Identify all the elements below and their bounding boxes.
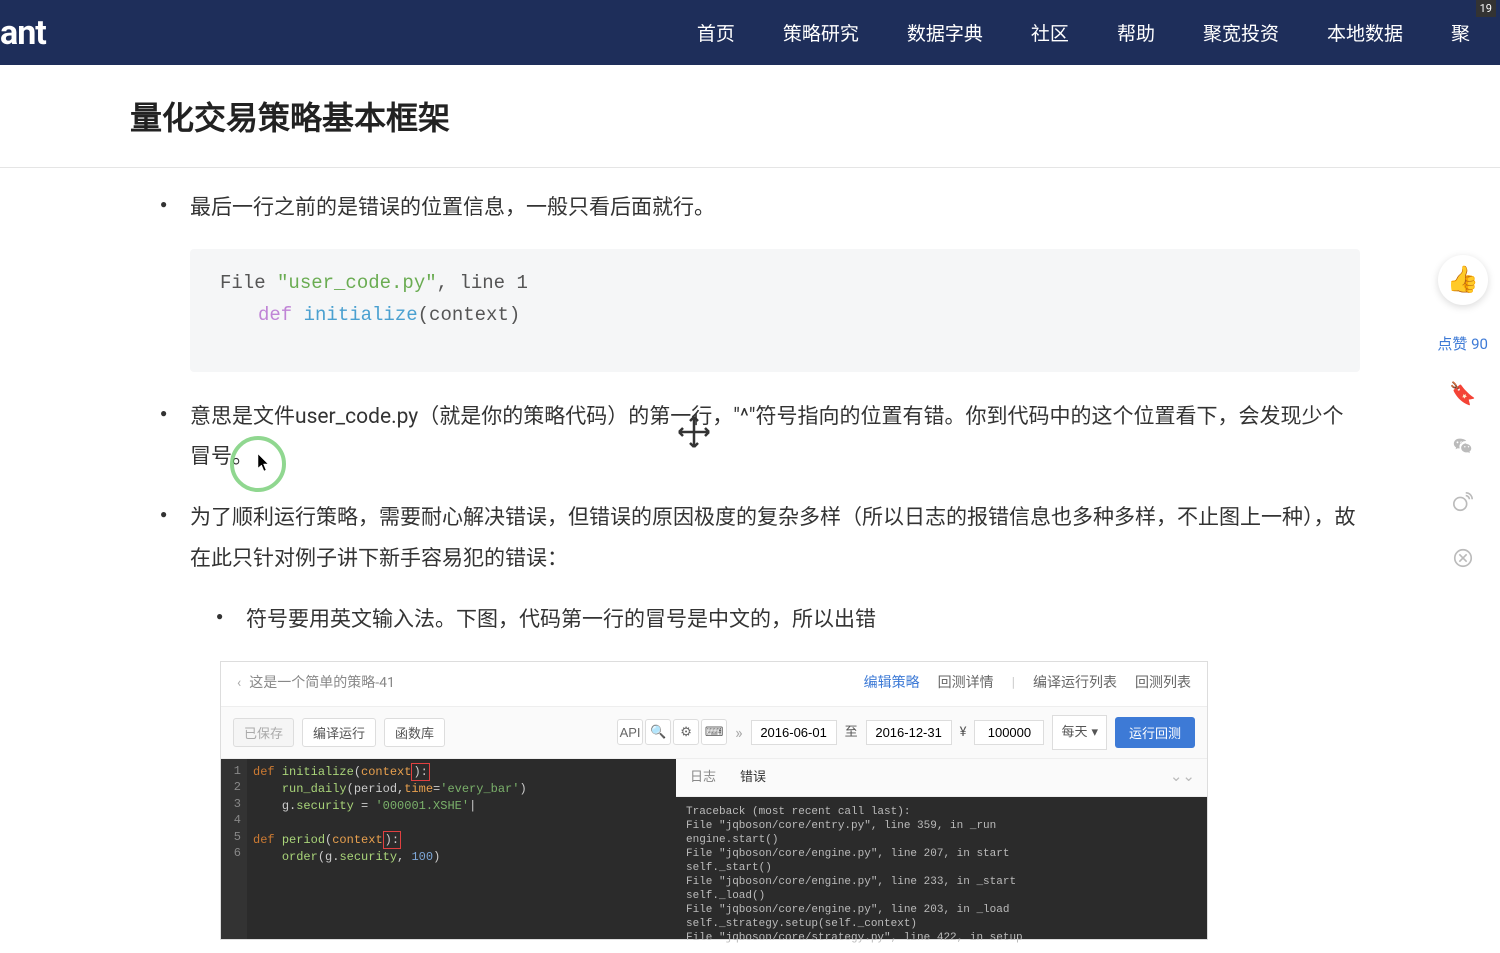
tab-compile-list[interactable]: 编译运行列表 <box>1033 670 1117 697</box>
log-line: File "jqboson/core/engine.py", line 233,… <box>686 875 1197 889</box>
thumbs-up-icon: 👍 <box>1447 265 1479 295</box>
editor-screenshot: ‹ 这是一个简单的策略-41 编辑策略 回测详情 | 编译运行列表 回测列表 已… <box>220 661 1208 940</box>
log-line: Traceback (most recent call last): <box>686 805 1197 819</box>
nav-help[interactable]: 帮助 <box>1117 19 1155 46</box>
api-button[interactable]: API <box>617 719 643 745</box>
editor-tabs: 编辑策略 回测详情 | 编译运行列表 回测列表 <box>864 670 1191 697</box>
log-tab-error[interactable]: 错误 <box>740 765 766 790</box>
log-line: File "jqboson/core/strategy.py", line 42… <box>686 931 1197 945</box>
code-editor-pane[interactable]: 1 2 3 4 5 6 def initialize(context): run… <box>221 759 676 939</box>
article-content: 最后一行之前的是错误的位置信息，一般只看后面就行。 File "user_cod… <box>0 168 1500 940</box>
code-content: def initialize(context): run_daily(perio… <box>221 759 676 866</box>
nav-invest[interactable]: 聚宽投资 <box>1203 19 1279 46</box>
log-pane: 日志 错误 ⌄⌄ Traceback (most recent call las… <box>676 759 1207 939</box>
tab-backtest-list[interactable]: 回测列表 <box>1135 670 1191 697</box>
log-content: Traceback (most recent call last): File … <box>676 797 1207 953</box>
log-line: File "jqboson/core/entry.py", line 359, … <box>686 819 1197 833</box>
weibo-icon[interactable] <box>1452 491 1474 519</box>
error-highlight-box: ): <box>383 831 401 850</box>
log-line: self._strategy.setup(self._context) <box>686 917 1197 931</box>
compile-run-button[interactable]: 编译运行 <box>302 718 376 747</box>
log-line: File "jqboson/core/engine.py", line 207,… <box>686 847 1197 861</box>
main-nav: 首页 策略研究 数据字典 社区 帮助 聚宽投资 本地数据 聚 <box>697 19 1470 46</box>
page-title-section: 量化交易策略基本框架 <box>0 65 1500 168</box>
line-number: 1 <box>221 763 241 780</box>
tab-divider: | <box>1012 670 1015 697</box>
code-text: File <box>220 272 277 294</box>
chevron-down-icon: ▾ <box>1091 720 1098 745</box>
keyboard-icon[interactable]: ⌨ <box>701 719 727 745</box>
nav-home[interactable]: 首页 <box>697 19 735 46</box>
tab-edit-strategy[interactable]: 编辑策略 <box>864 670 920 697</box>
logo: ant <box>0 13 46 53</box>
code-text: , line 1 <box>437 272 528 294</box>
line-number-gutter: 1 2 3 4 5 6 <box>221 759 247 939</box>
nav-local-data[interactable]: 本地数据 <box>1327 19 1403 46</box>
editor-breadcrumb[interactable]: ‹ 这是一个简单的策略-41 <box>237 670 395 697</box>
wechat-icon[interactable] <box>1452 435 1474 463</box>
log-line: File "jqboson/core/engine.py", line 203,… <box>686 903 1197 917</box>
line-number: 4 <box>221 812 241 829</box>
nav-strategy-research[interactable]: 策略研究 <box>783 19 859 46</box>
bullet-debugging: 为了顺利运行策略，需要耐心解决错误，但错误的原因极度的复杂多样（所以日志的报错信… <box>160 498 1360 580</box>
top-nav-header: ant 首页 策略研究 数据字典 社区 帮助 聚宽投资 本地数据 聚 19 <box>0 0 1500 65</box>
editor-header: ‹ 这是一个简单的策略-41 编辑策略 回测详情 | 编译运行列表 回测列表 <box>221 662 1207 706</box>
strategy-name: 这是一个简单的策略-41 <box>249 670 395 697</box>
bullet-english-input: 符号要用英文输入法。下图，代码第一行的冒号是中文的，所以出错 <box>216 600 1360 641</box>
code-fn: initialize <box>292 304 417 326</box>
saved-status: 已保存 <box>233 718 294 747</box>
search-icon[interactable]: 🔍 <box>645 719 671 745</box>
log-line: engine.start() <box>686 833 1197 847</box>
page-title: 量化交易策略基本框架 <box>130 93 1500 139</box>
bullet-meaning: 意思是文件user_code.py（就是你的策略代码）的第一行，"^"符号指向的… <box>160 397 1360 479</box>
frequency-value: 每天 <box>1061 720 1087 745</box>
code-block-error-trace: File "user_code.py", line 1 def initiali… <box>190 249 1360 372</box>
currency-symbol: ¥ <box>960 720 967 745</box>
tab-backtest-detail[interactable]: 回测详情 <box>938 670 994 697</box>
run-backtest-button[interactable]: 运行回测 <box>1115 717 1195 748</box>
start-date-input[interactable] <box>751 720 837 745</box>
log-line: self._load() <box>686 889 1197 903</box>
line-number: 6 <box>221 845 241 862</box>
nav-community[interactable]: 社区 <box>1031 19 1069 46</box>
floating-sidebar: 👍 点赞 90 🔖 <box>1437 255 1488 575</box>
nav-data-dict[interactable]: 数据字典 <box>907 19 983 46</box>
code-text: (context) <box>418 304 521 326</box>
collapse-right-icon[interactable]: » <box>735 717 743 748</box>
bullet-error-location: 最后一行之前的是错误的位置信息，一般只看后面就行。 <box>160 188 1360 229</box>
code-string: "user_code.py" <box>277 272 437 294</box>
capital-input[interactable] <box>974 720 1044 745</box>
gear-icon[interactable]: ⚙ <box>673 719 699 745</box>
log-tabs: 日志 错误 ⌄⌄ <box>676 759 1207 797</box>
bookmark-icon[interactable]: 🔖 <box>1449 382 1476 407</box>
error-highlight-box: ): <box>411 763 429 782</box>
code-keyword: def <box>258 304 292 326</box>
line-number: 5 <box>221 829 241 846</box>
chevron-left-icon[interactable]: ‹ <box>237 670 241 697</box>
function-library-button[interactable]: 函数库 <box>384 718 445 747</box>
log-tab-log[interactable]: 日志 <box>690 765 716 790</box>
log-line: self._start() <box>686 861 1197 875</box>
frequency-select[interactable]: 每天 ▾ <box>1052 715 1107 750</box>
editor-body: 1 2 3 4 5 6 def initialize(context): run… <box>221 759 1207 939</box>
share-icon[interactable] <box>1452 547 1474 575</box>
notification-badge[interactable]: 19 <box>1476 0 1496 17</box>
nav-more[interactable]: 聚 <box>1451 19 1470 46</box>
like-count: 点赞 90 <box>1437 333 1488 354</box>
editor-toolbar: 已保存 编译运行 函数库 API 🔍 ⚙ ⌨ » 至 ¥ 每天 ▾ <box>221 707 1207 759</box>
end-date-input[interactable] <box>866 720 952 745</box>
like-button[interactable]: 👍 <box>1438 255 1488 305</box>
line-number: 2 <box>221 779 241 796</box>
collapse-icon[interactable]: ⌄⌄ <box>1170 763 1195 792</box>
date-separator: 至 <box>845 720 858 745</box>
line-number: 3 <box>221 796 241 813</box>
